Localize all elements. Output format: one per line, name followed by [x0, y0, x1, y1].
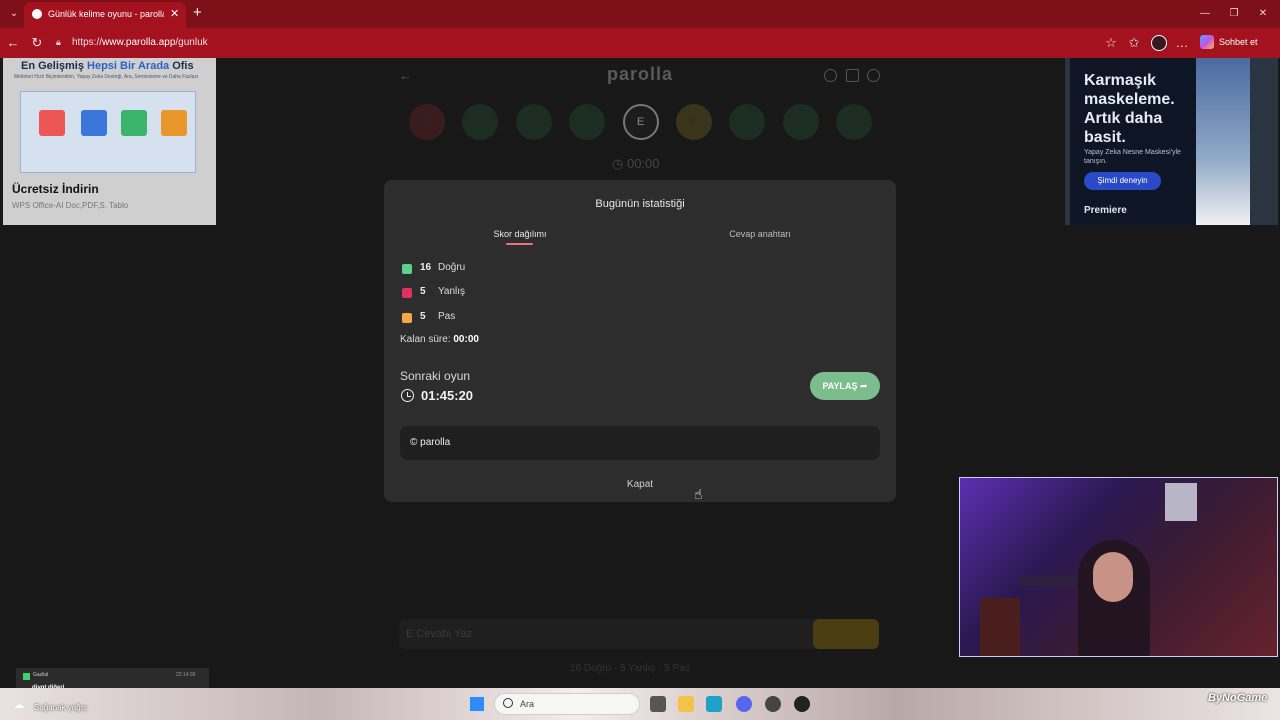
favorite-star-icon[interactable]: ☆: [1103, 35, 1119, 51]
new-tab-button[interactable]: +: [193, 5, 207, 21]
refresh-icon[interactable]: ↻: [29, 35, 45, 51]
search-icon: [503, 698, 513, 708]
tab-bar: ⌄ Günlük kelime oyunu - parolla - K ✕ + …: [0, 0, 1280, 28]
obs-icon[interactable]: [794, 696, 810, 712]
modal-title: Bugünün istatistiği: [595, 198, 685, 210]
stat-row-correct: 16 Doğru: [402, 262, 522, 276]
right-ad-headline: Karmaşık maskeleme. Artık daha basit.: [1084, 72, 1175, 146]
letter-circle-I: I: [836, 104, 873, 140]
copilot-icon[interactable]: [1200, 35, 1214, 49]
game-back-arrow-icon[interactable]: ←: [399, 68, 412, 83]
left-ad-title[interactable]: En Gelişmiş Hepsi Bir Arada Ofis: [21, 60, 194, 72]
more-options-icon[interactable]: …: [1174, 35, 1190, 51]
pass-swatch: [402, 313, 412, 323]
active-tab[interactable]: Günlük kelime oyunu - parolla - K ✕: [24, 2, 186, 28]
letter-circle-F: F: [676, 104, 712, 140]
restore-icon[interactable]: ❐: [1225, 6, 1243, 22]
parolla-favicon-icon: [32, 9, 42, 19]
app-icon: [23, 673, 30, 680]
address-bar[interactable]: 🔒︎ https://www.parolla.app/gunluk: [50, 32, 1086, 54]
right-ad-brand: Premiere: [1084, 205, 1127, 216]
stat-row-wrong: 5 Yanlış: [402, 286, 522, 300]
correct-swatch: [402, 264, 412, 274]
stat-count: 16: [420, 262, 432, 273]
ad-app-tile: [81, 110, 107, 136]
taskbar: ☁ Sağanak yağış Ara: [0, 688, 1280, 720]
stat-label: Doğru: [438, 262, 466, 273]
stat-row-pass: 5 Pas: [402, 311, 522, 325]
letter-circle-B: B: [409, 104, 445, 140]
letter-circle-Ç: Ç: [515, 104, 552, 140]
ad-app-tile: [121, 110, 147, 136]
edge-icon[interactable]: [706, 696, 722, 712]
stream-brand: ByNoGame: [1208, 692, 1268, 704]
task-view-icon[interactable]: [650, 696, 666, 712]
info-icon[interactable]: [824, 69, 837, 82]
tab-score-distribution[interactable]: Skor dağılımı: [470, 229, 570, 239]
wall-poster: [1165, 483, 1197, 521]
active-tab-indicator: [506, 243, 533, 245]
browser-toolbar: ← ↻ 🔒︎ https://www.parolla.app/gunluk ☆ …: [0, 28, 1280, 58]
chat-button[interactable]: Sohbet et: [1219, 37, 1258, 47]
stat-count: 5: [420, 286, 426, 297]
remaining-time: Kalan süre: 00:00: [400, 334, 479, 345]
stat-label: Pas: [438, 311, 456, 322]
shelf: [980, 598, 1020, 656]
tab-answer-key[interactable]: Cevap anahtarı: [710, 229, 810, 239]
stats-modal: Bugünün istatistiği Skor dağılımı Cevap …: [384, 180, 896, 502]
notification-time: 22:14:36: [176, 672, 196, 678]
hand-cursor-icon: ☝: [694, 486, 703, 502]
search-placeholder: Ara: [520, 699, 535, 709]
copyright-text: © parolla: [410, 437, 451, 448]
game-logo: parolla: [606, 64, 674, 84]
game-timer: ◷ 00:00: [612, 156, 660, 171]
letter-circle-D: D: [569, 104, 606, 140]
ad-app-tile: [39, 110, 65, 136]
next-game-countdown: 01:45:20: [421, 388, 474, 403]
answer-placeholder: E Cevabı Yaz: [406, 628, 473, 640]
tab-title: Günlük kelime oyunu - parolla - K: [48, 9, 164, 19]
start-button[interactable]: [470, 697, 484, 711]
left-ad-cta[interactable]: Ücretsiz İndirin: [12, 182, 99, 196]
account-icon[interactable]: [867, 69, 880, 82]
window-close-icon[interactable]: ✕: [1254, 6, 1272, 22]
submit-button[interactable]: [813, 619, 879, 649]
taskbar-search[interactable]: Ara: [494, 693, 640, 715]
left-ad-screenshot: [20, 91, 196, 173]
url-text[interactable]: https://www.parolla.app/gunluk: [72, 37, 208, 48]
stat-count: 5: [420, 311, 426, 322]
letter-circle-E: E: [622, 104, 659, 140]
favorites-icon[interactable]: ✩: [1126, 35, 1142, 51]
stat-label: Yanlış: [438, 286, 466, 297]
tab-list-chevron-icon[interactable]: ⌄: [6, 6, 22, 22]
next-game-label: Sonraki oyun: [400, 369, 471, 383]
discord-icon[interactable]: [736, 696, 752, 712]
game-footer-stats: 16 Doğru · 5 Yanlış · 5 Pas: [570, 663, 690, 674]
lock-icon[interactable]: 🔒︎: [56, 37, 66, 49]
streamer-face: [1093, 552, 1133, 602]
weather-icon[interactable]: ☁: [14, 700, 24, 711]
weather-text[interactable]: Sağanak yağış: [34, 703, 87, 712]
profile-avatar[interactable]: [1151, 35, 1167, 51]
copyright-box: © parolla: [400, 426, 880, 460]
close-button[interactable]: Kapat: [610, 479, 670, 490]
notification-app: Gazilal: [33, 672, 49, 678]
file-explorer-icon[interactable]: [678, 696, 694, 712]
ad-app-tile: [161, 110, 187, 136]
share-button[interactable]: PAYLAŞ ➦: [810, 372, 880, 400]
left-ad-description: WPS Office-AI Doc,PDF,S. Tablo: [12, 201, 129, 210]
right-ad-button[interactable]: Şimdi deneyin: [1084, 172, 1161, 190]
webcam-overlay: [959, 477, 1278, 657]
right-ad-image: [1196, 58, 1250, 225]
stats-icon[interactable]: [846, 69, 859, 82]
minimize-icon[interactable]: —: [1196, 6, 1214, 22]
clock-icon: [401, 389, 414, 402]
letter-circle-H: H: [782, 104, 819, 140]
wrong-swatch: [402, 288, 412, 298]
back-arrow-icon[interactable]: ←: [5, 35, 21, 51]
tab-close-icon[interactable]: ✕: [170, 6, 182, 22]
left-ad-subtitle: Metinleri Hızlı Biçimlendirin, Yapay Zek…: [14, 74, 199, 80]
app-icon[interactable]: [765, 696, 781, 712]
right-ad-body: Yapay Zeka Nesne Maskesi'yle tanışın.: [1084, 149, 1181, 165]
